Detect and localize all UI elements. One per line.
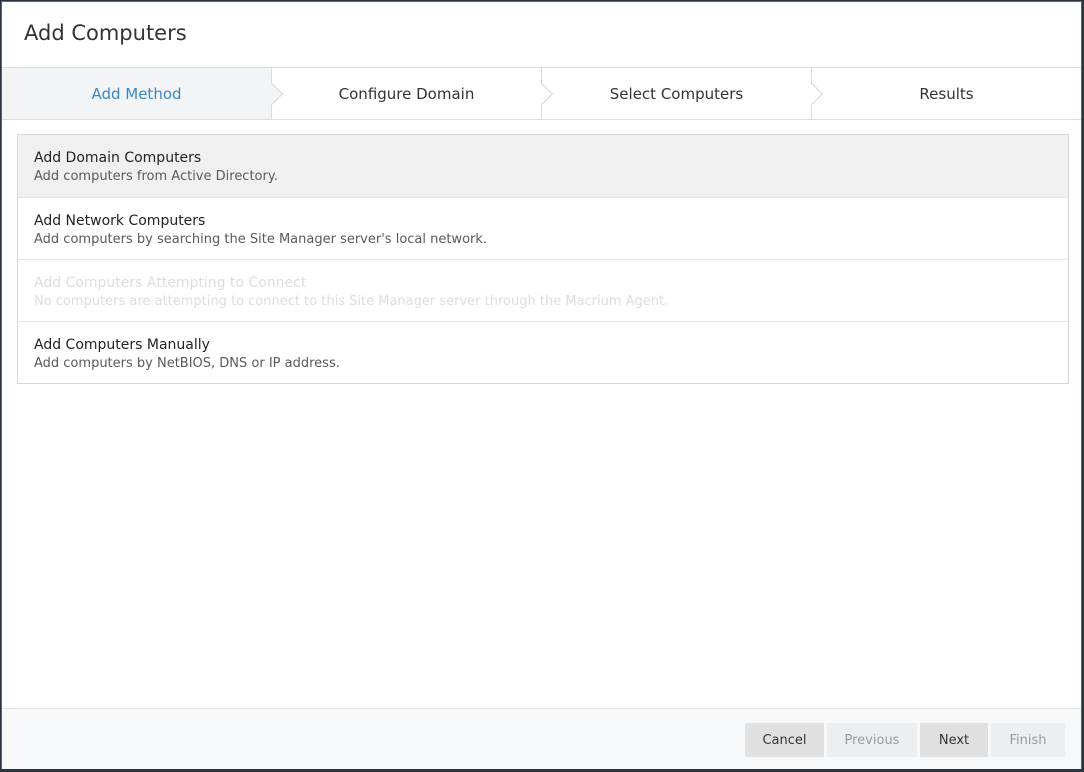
step-label: Select Computers [609,84,744,103]
cancel-button[interactable]: Cancel [745,723,824,757]
option-title: Add Network Computers [34,213,206,229]
dialog-title: Add Computers [24,21,187,45]
option-description: No computers are attempting to connect t… [34,294,669,309]
step-results[interactable]: Results [811,68,1081,119]
finish-button[interactable]: Finish [991,723,1065,757]
option-add-computers-manually[interactable]: Add Computers Manually Add computers by … [18,321,1068,383]
add-method-list: Add Domain Computers Add computers from … [17,134,1069,384]
option-title: Add Computers Attempting to Connect [34,275,307,291]
option-add-network-computers[interactable]: Add Network Computers Add computers by s… [18,197,1068,259]
step-add-method[interactable]: Add Method [2,68,284,119]
step-label: Configure Domain [338,84,475,103]
previous-button[interactable]: Previous [827,723,917,757]
dialog-footer: Cancel Previous Next Finish [2,708,1081,769]
option-description: Add computers from Active Directory. [34,169,278,184]
add-computers-dialog: Add Computers Add Method Configure Domai… [1,1,1082,769]
step-label: Add Method [91,84,182,103]
option-add-computers-attempting-to-connect: Add Computers Attempting to Connect No c… [18,259,1068,321]
option-title: Add Computers Manually [34,337,210,353]
next-button[interactable]: Next [920,723,988,757]
wizard-steps: Add Method Configure Domain Select Compu… [2,67,1081,120]
option-description: Add computers by searching the Site Mana… [34,232,488,247]
step-label: Results [919,84,974,103]
step-configure-domain[interactable]: Configure Domain [271,68,554,119]
option-title: Add Domain Computers [34,150,202,166]
step-select-computers[interactable]: Select Computers [541,68,824,119]
option-description: Add computers by NetBIOS, DNS or IP addr… [34,356,340,371]
option-add-domain-computers[interactable]: Add Domain Computers Add computers from … [18,135,1068,197]
